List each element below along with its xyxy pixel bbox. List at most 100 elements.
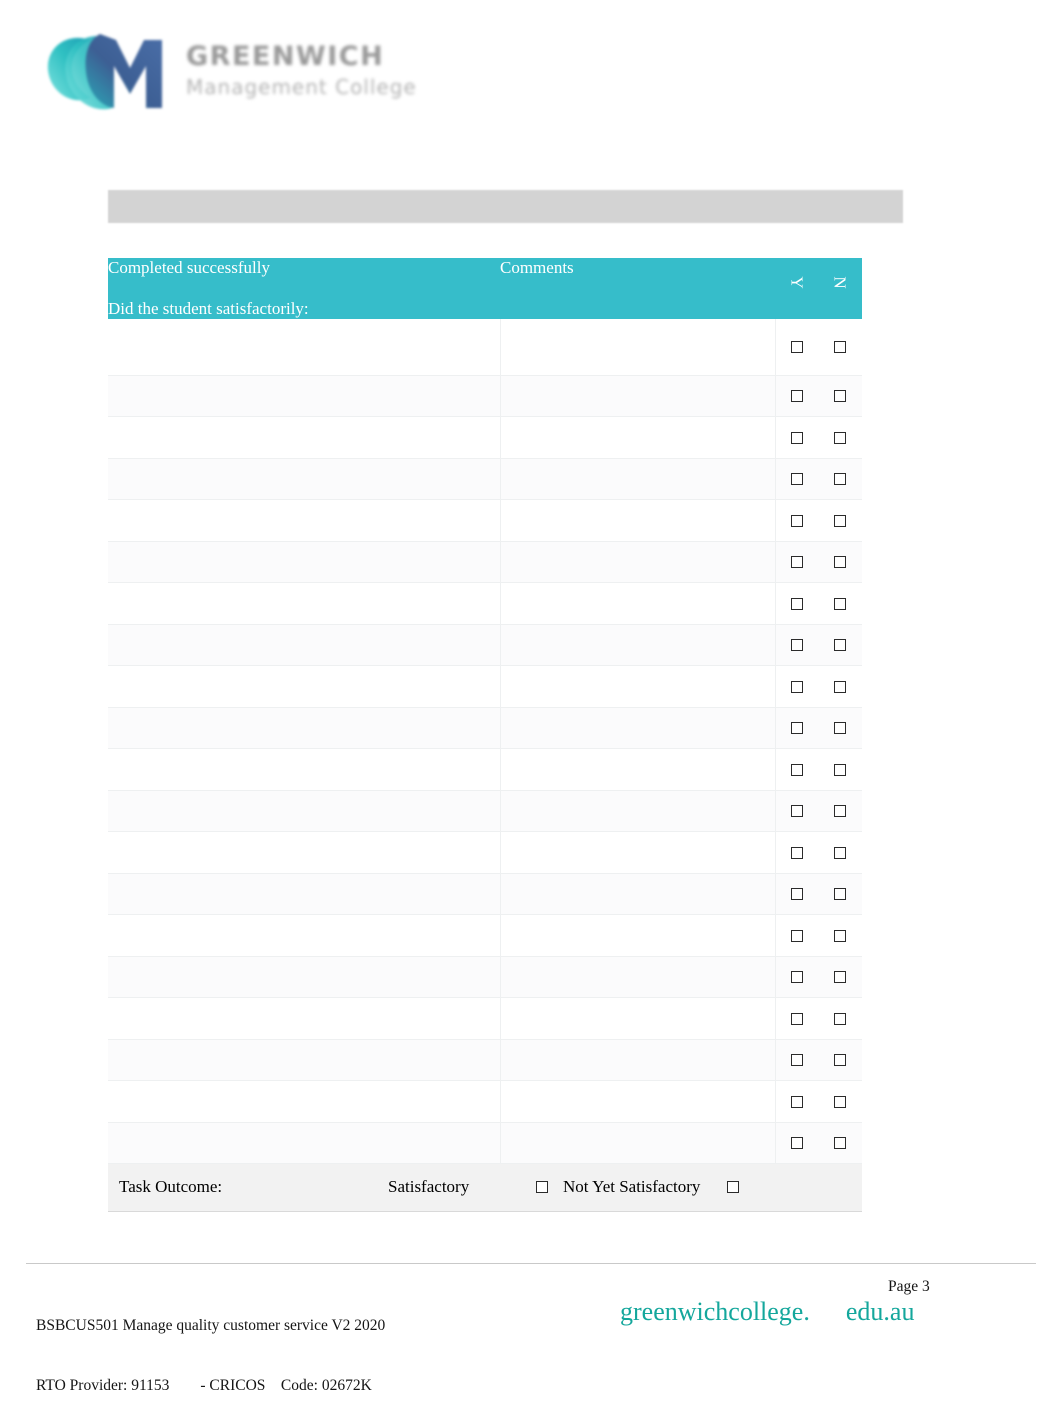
yes-checkbox[interactable] [791,390,803,403]
cell-task-description[interactable] [108,665,501,708]
yes-checkbox[interactable] [791,971,803,984]
cell-task-description[interactable] [108,1080,501,1123]
cell-task-description[interactable] [108,541,501,583]
no-checkbox[interactable] [834,597,847,610]
yes-checkbox[interactable] [791,929,803,942]
cell-task-description[interactable] [108,416,501,459]
cell-task-description[interactable] [108,375,501,417]
cell-task-description[interactable] [108,831,501,874]
cell-task-description[interactable] [108,956,501,998]
yes-checkbox[interactable] [791,341,803,354]
cell-task-description[interactable] [108,458,501,500]
cell-task-description[interactable] [108,1039,501,1081]
cell-comments[interactable] [500,541,776,583]
cell-yes [775,1122,819,1164]
cell-no [818,997,862,1040]
satisfactory-checkbox[interactable] [536,1181,548,1193]
no-checkbox[interactable] [834,722,847,735]
cell-comments[interactable] [500,956,776,998]
cell-task-description[interactable] [108,748,501,791]
cell-task-description[interactable] [108,873,501,915]
cell-task-description[interactable] [108,997,501,1040]
cell-task-description[interactable] [108,499,501,542]
yes-checkbox[interactable] [791,1137,803,1150]
cell-task-description[interactable] [108,790,501,832]
header-comments-label: Comments [500,258,574,277]
cell-comments[interactable] [500,1080,776,1123]
table-row [108,499,862,542]
no-checkbox[interactable] [834,390,847,403]
table-row [108,997,862,1040]
no-checkbox[interactable] [834,473,847,486]
cell-comments[interactable] [500,707,776,749]
yes-checkbox[interactable] [791,514,803,527]
no-checkbox[interactable] [834,1054,847,1067]
yes-checkbox[interactable] [791,431,803,444]
yes-checkbox[interactable] [791,1095,803,1108]
no-checkbox[interactable] [834,763,847,776]
task-outcome-label: Task Outcome: [119,1177,223,1196]
cell-task-description[interactable] [108,707,501,749]
cell-no [818,499,862,542]
cell-task-description[interactable] [108,319,501,376]
header-task-line2: Did the student satisfactorily: [108,299,309,318]
yes-checkbox[interactable] [791,763,803,776]
cell-comments[interactable] [500,1122,776,1164]
no-checkbox[interactable] [834,929,847,942]
cell-no [818,458,862,500]
no-checkbox[interactable] [834,341,847,354]
no-checkbox[interactable] [834,431,847,444]
cell-comments[interactable] [500,319,776,376]
cell-task-description[interactable] [108,624,501,666]
no-checkbox[interactable] [834,1137,847,1150]
cell-comments[interactable] [500,997,776,1040]
cell-comments[interactable] [500,582,776,625]
no-checkbox[interactable] [834,514,847,527]
yes-checkbox[interactable] [791,680,803,693]
yes-checkbox[interactable] [791,639,803,652]
brand-logo: GREENWICH Management College [38,14,438,124]
no-checkbox[interactable] [834,846,847,859]
cell-comments[interactable] [500,375,776,417]
cell-comments[interactable] [500,831,776,874]
cell-comments[interactable] [500,1039,776,1081]
no-checkbox[interactable] [834,639,847,652]
yes-checkbox[interactable] [791,1054,803,1067]
cell-comments[interactable] [500,914,776,957]
not-yet-satisfactory-checkbox[interactable] [727,1181,739,1193]
yes-checkbox[interactable] [791,556,803,569]
cell-comments[interactable] [500,790,776,832]
yes-checkbox[interactable] [791,1012,803,1025]
yes-checkbox[interactable] [791,846,803,859]
yes-checkbox[interactable] [791,473,803,486]
cell-comments[interactable] [500,416,776,459]
table-row [108,790,862,832]
yes-checkbox[interactable] [791,888,803,901]
no-checkbox[interactable] [834,1095,847,1108]
cell-comments[interactable] [500,624,776,666]
no-checkbox[interactable] [834,971,847,984]
yes-checkbox[interactable] [791,805,803,818]
cell-comments[interactable] [500,458,776,500]
yes-checkbox[interactable] [791,597,803,610]
cell-comments[interactable] [500,873,776,915]
cell-no [818,416,862,459]
cell-task-description[interactable] [108,582,501,625]
table-row [108,319,862,376]
cell-comments[interactable] [500,665,776,708]
no-checkbox[interactable] [834,556,847,569]
table-row [108,375,862,417]
cell-no [818,748,862,791]
cell-comments[interactable] [500,748,776,791]
cell-task-description[interactable] [108,1122,501,1164]
no-checkbox[interactable] [834,680,847,693]
cell-comments[interactable] [500,499,776,542]
cell-no [818,375,862,417]
cell-yes [775,790,819,832]
cell-task-description[interactable] [108,914,501,957]
yes-checkbox[interactable] [791,722,803,735]
no-checkbox[interactable] [834,805,847,818]
no-checkbox[interactable] [834,888,847,901]
cell-yes [775,914,819,957]
no-checkbox[interactable] [834,1012,847,1025]
